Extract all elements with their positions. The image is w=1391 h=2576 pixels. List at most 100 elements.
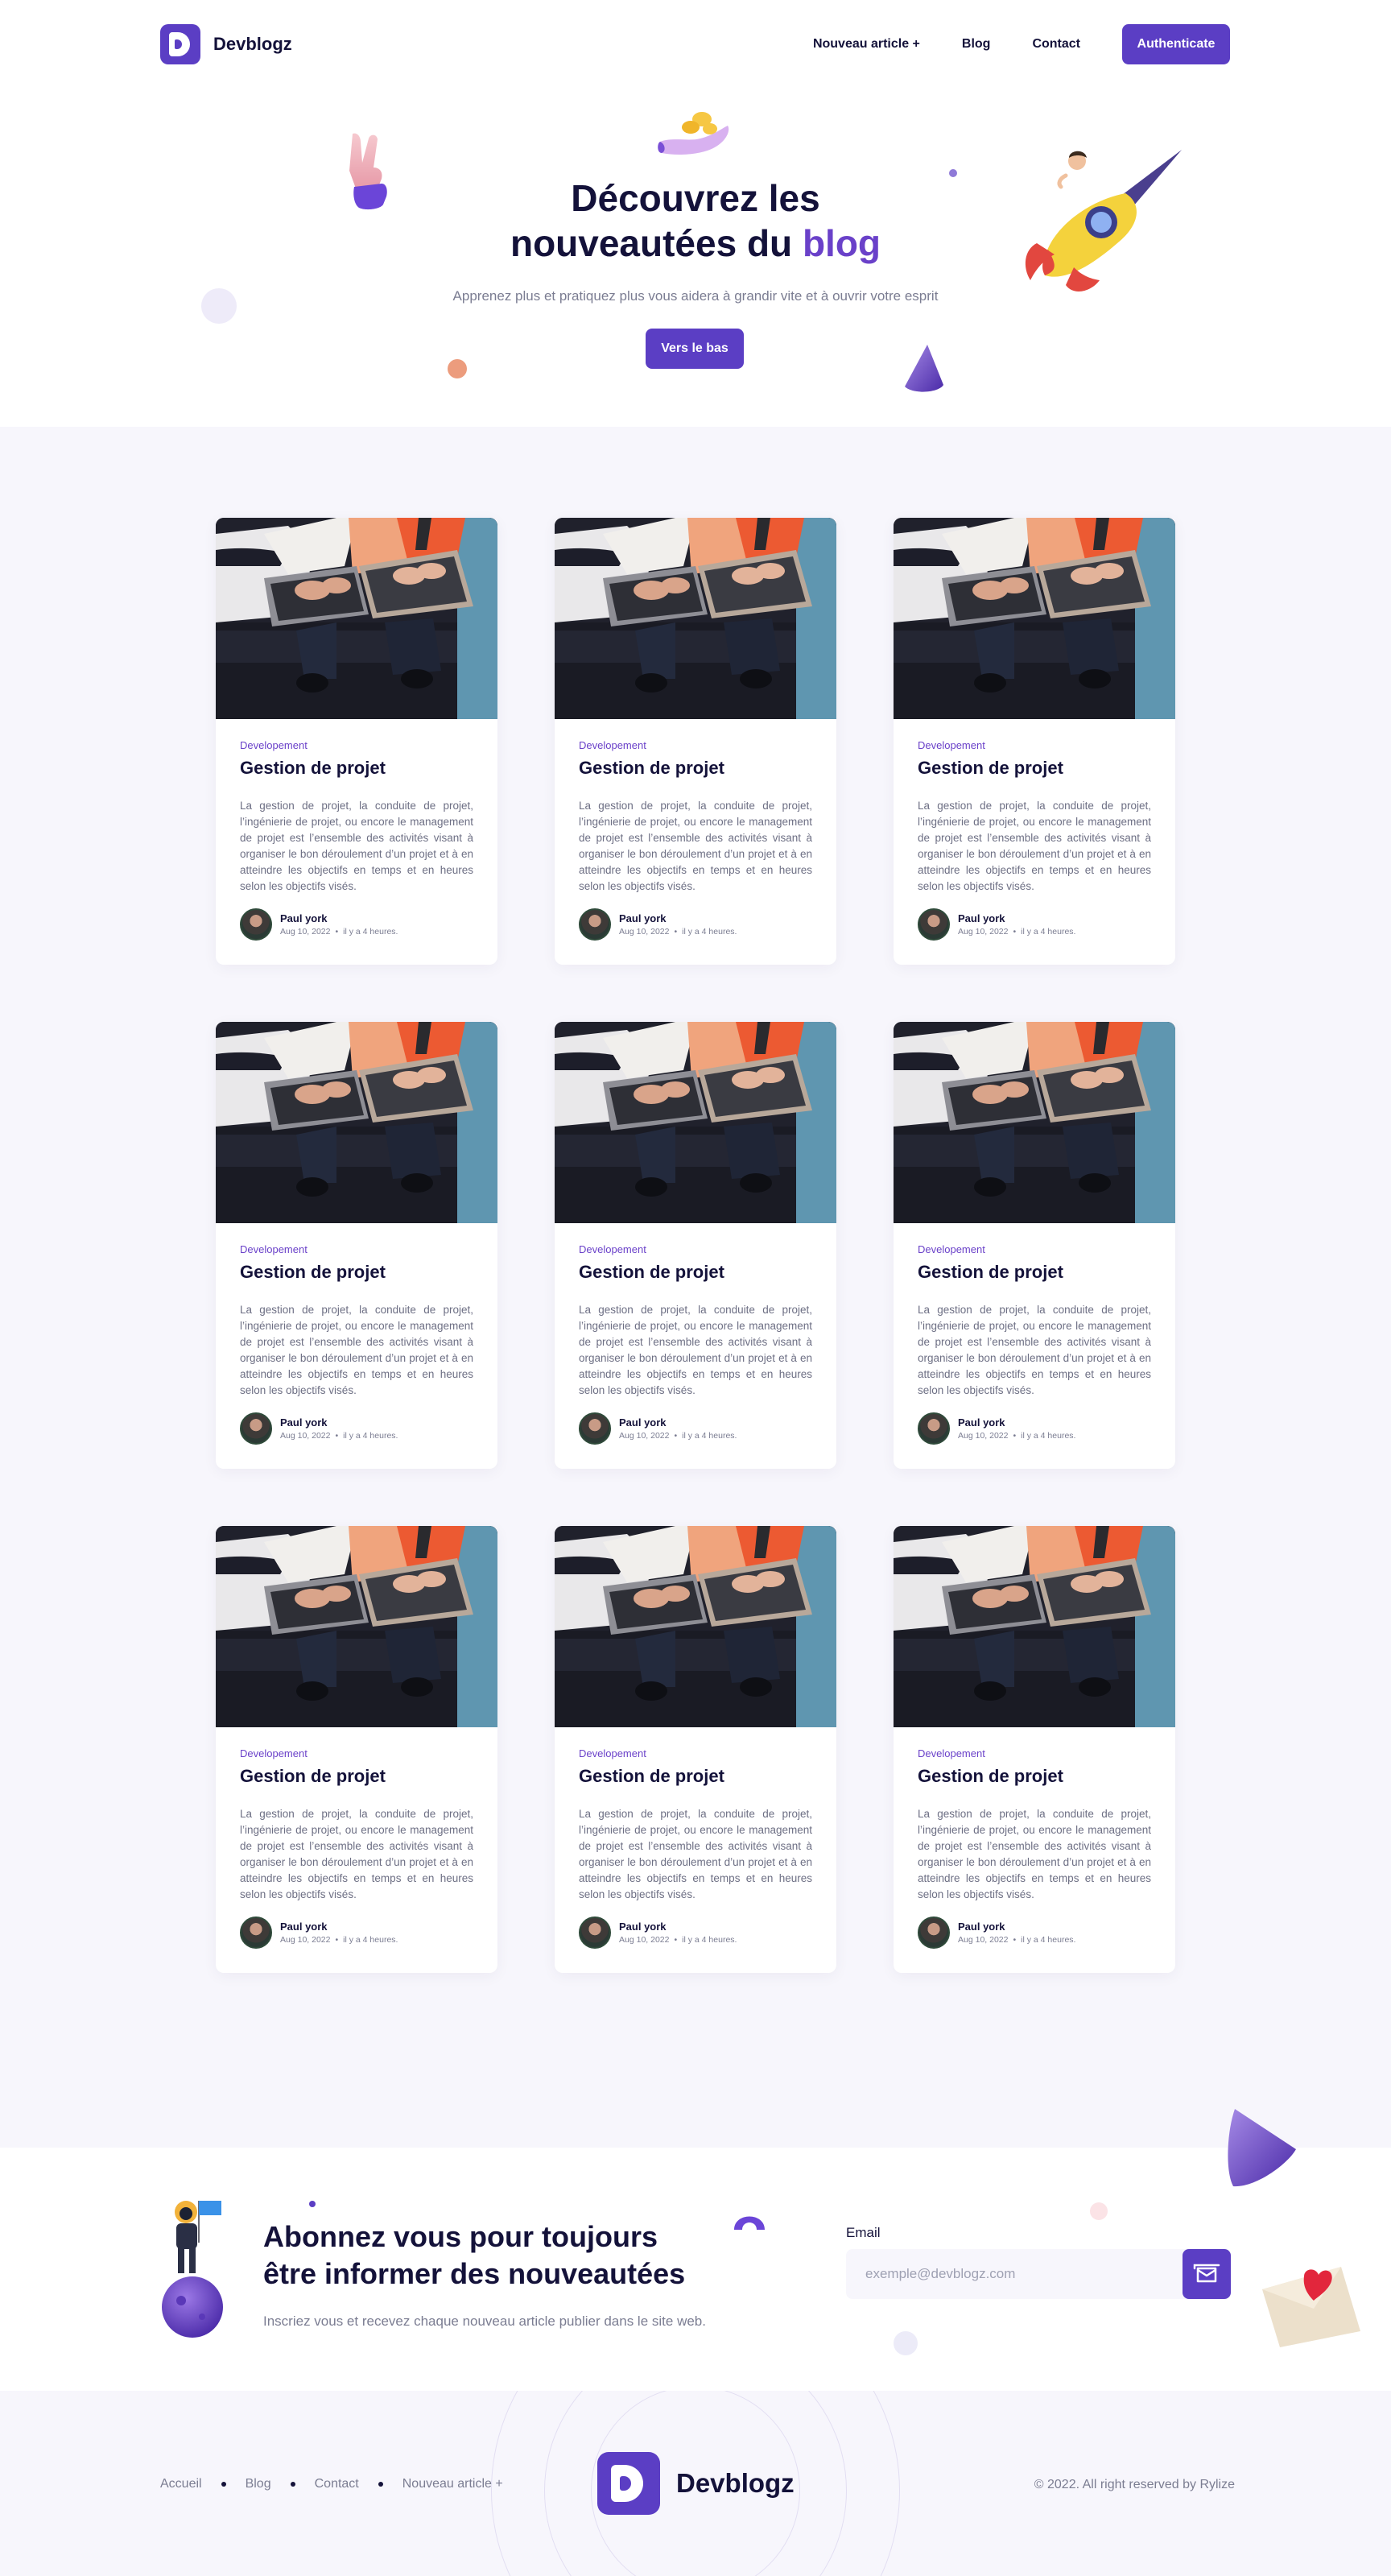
- post-thumbnail[interactable]: [216, 518, 497, 719]
- post-title[interactable]: Gestion de projet: [240, 1262, 473, 1283]
- post-card[interactable]: Developement Gestion de projet La gestio…: [555, 1526, 836, 1973]
- post-category[interactable]: Developement: [579, 1747, 812, 1759]
- post-card[interactable]: Developement Gestion de projet La gestio…: [894, 518, 1175, 965]
- post-meta: Aug 10, 2022 • il y a 4 heures.: [619, 927, 737, 937]
- author-name: Paul york: [619, 1921, 667, 1933]
- post-title[interactable]: Gestion de projet: [579, 758, 812, 779]
- hero-section: Découvrez les nouveautées du blog Appren…: [0, 89, 1391, 427]
- post-card[interactable]: Developement Gestion de projet La gestio…: [894, 1022, 1175, 1469]
- laptop-photo-image: [216, 518, 497, 719]
- nav-blog[interactable]: Blog: [962, 37, 991, 52]
- post-excerpt: La gestion de projet, la conduite de pro…: [240, 1808, 473, 1900]
- footer-link-blog[interactable]: Blog: [246, 2477, 271, 2491]
- newsletter-title-line2: être informer des nouveautées: [263, 2257, 686, 2290]
- post-body: Developement Gestion de projet La gestio…: [894, 1727, 1175, 1949]
- post-excerpt: La gestion de projet, la conduite de pro…: [240, 1304, 473, 1396]
- newsletter-title-line1: Abonnez vous pour toujours: [263, 2220, 658, 2253]
- post-category[interactable]: Developement: [240, 1747, 473, 1759]
- post-author: Paul york Aug 10, 2022 • il y a 4 heures.: [240, 1916, 473, 1949]
- post-relative-time: il y a 4 heures.: [1021, 927, 1076, 937]
- post-card[interactable]: Developement Gestion de projet La gestio…: [216, 1526, 497, 1973]
- post-card[interactable]: Developement Gestion de projet La gestio…: [555, 1022, 836, 1469]
- brand-name: Devblogz: [213, 34, 292, 54]
- hero-title-line2: nouveautées du: [510, 222, 803, 264]
- author-name: Paul york: [619, 1416, 667, 1429]
- post-category[interactable]: Developement: [240, 1243, 473, 1255]
- post-title[interactable]: Gestion de projet: [579, 1262, 812, 1283]
- post-category[interactable]: Developement: [579, 1243, 812, 1255]
- post-thumbnail[interactable]: [216, 1526, 497, 1727]
- post-thumbnail[interactable]: [894, 1022, 1175, 1223]
- email-field[interactable]: [865, 2249, 1171, 2299]
- laptop-photo-image: [894, 1526, 1175, 1727]
- footer-link-contact[interactable]: Contact: [315, 2477, 359, 2491]
- post-relative-time: il y a 4 heures.: [343, 1935, 398, 1945]
- laptop-photo-image: [894, 518, 1175, 719]
- post-category[interactable]: Developement: [918, 739, 1151, 751]
- cone-icon: [905, 345, 943, 392]
- footer-link-home[interactable]: Accueil: [160, 2477, 202, 2491]
- post-excerpt: La gestion de projet, la conduite de pro…: [918, 1304, 1151, 1396]
- avatar: [240, 1916, 272, 1949]
- nav-contact[interactable]: Contact: [1032, 37, 1080, 52]
- post-thumbnail[interactable]: [894, 518, 1175, 719]
- post-title[interactable]: Gestion de projet: [240, 758, 473, 779]
- post-title[interactable]: Gestion de projet: [918, 758, 1151, 779]
- post-title[interactable]: Gestion de projet: [918, 1262, 1151, 1283]
- post-category[interactable]: Developement: [579, 739, 812, 751]
- newsletter-title: Abonnez vous pour toujours être informer…: [263, 2218, 746, 2293]
- post-body: Developement Gestion de projet La gestio…: [555, 719, 836, 941]
- post-author: Paul york Aug 10, 2022 • il y a 4 heures.: [579, 1916, 812, 1949]
- post-title[interactable]: Gestion de projet: [579, 1766, 812, 1787]
- post-category[interactable]: Developement: [240, 739, 473, 751]
- footer-link-new-article[interactable]: Nouveau article +: [402, 2477, 503, 2491]
- post-thumbnail[interactable]: [894, 1526, 1175, 1727]
- post-category[interactable]: Developement: [918, 1243, 1151, 1255]
- subscribe-button[interactable]: [1183, 2249, 1231, 2299]
- coins-hand-icon: [658, 112, 729, 155]
- scroll-down-button[interactable]: Vers le bas: [646, 329, 744, 369]
- avatar: [918, 1412, 950, 1445]
- nav-new-article[interactable]: Nouveau article +: [813, 37, 920, 52]
- footer-logo[interactable]: Devblogz: [597, 2452, 795, 2515]
- avatar: [240, 908, 272, 941]
- decor-circle-orange: [448, 359, 467, 378]
- post-card[interactable]: Developement Gestion de projet La gestio…: [894, 1526, 1175, 1973]
- post-category[interactable]: Developement: [918, 1747, 1151, 1759]
- meta-separator: •: [674, 1935, 678, 1945]
- avatar: [579, 1916, 611, 1949]
- post-excerpt: La gestion de projet, la conduite de pro…: [579, 800, 812, 892]
- heart-envelope-icon: [1262, 2267, 1360, 2347]
- post-date: Aug 10, 2022: [958, 1431, 1009, 1441]
- post-meta: Aug 10, 2022 • il y a 4 heures.: [280, 1935, 398, 1945]
- post-thumbnail[interactable]: [555, 1022, 836, 1223]
- laptop-photo-image: [555, 1526, 836, 1727]
- post-date: Aug 10, 2022: [280, 927, 331, 937]
- post-meta: Aug 10, 2022 • il y a 4 heures.: [619, 1431, 737, 1441]
- post-relative-time: il y a 4 heures.: [682, 1935, 737, 1945]
- laptop-photo-image: [216, 1526, 497, 1727]
- brand-logo[interactable]: Devblogz: [160, 24, 292, 64]
- post-date: Aug 10, 2022: [619, 927, 670, 937]
- post-thumbnail[interactable]: [216, 1022, 497, 1223]
- post-title[interactable]: Gestion de projet: [918, 1766, 1151, 1787]
- posts-section: Developement Gestion de projet La gestio…: [0, 427, 1391, 2148]
- post-thumbnail[interactable]: [555, 1526, 836, 1727]
- author-name: Paul york: [958, 1416, 1005, 1429]
- hero-title-accent: blog: [802, 222, 881, 264]
- author-name: Paul york: [280, 912, 328, 924]
- post-relative-time: il y a 4 heures.: [1021, 1935, 1076, 1945]
- post-thumbnail[interactable]: [555, 518, 836, 719]
- post-body: Developement Gestion de projet La gestio…: [216, 719, 497, 941]
- post-date: Aug 10, 2022: [958, 1935, 1009, 1945]
- post-date: Aug 10, 2022: [280, 1935, 331, 1945]
- post-title[interactable]: Gestion de projet: [240, 1766, 473, 1787]
- cone-icon: [1228, 2109, 1296, 2187]
- footer-bullet: [221, 2482, 226, 2487]
- post-card[interactable]: Developement Gestion de projet La gestio…: [216, 1022, 497, 1469]
- site-footer: Accueil Blog Contact Nouveau article + D…: [0, 2391, 1391, 2576]
- post-card[interactable]: Developement Gestion de projet La gestio…: [555, 518, 836, 965]
- post-card[interactable]: Developement Gestion de projet La gestio…: [216, 518, 497, 965]
- authenticate-button[interactable]: Authenticate: [1122, 24, 1230, 64]
- hero-subtitle: Apprenez plus et pratiquez plus vous aid…: [452, 288, 939, 304]
